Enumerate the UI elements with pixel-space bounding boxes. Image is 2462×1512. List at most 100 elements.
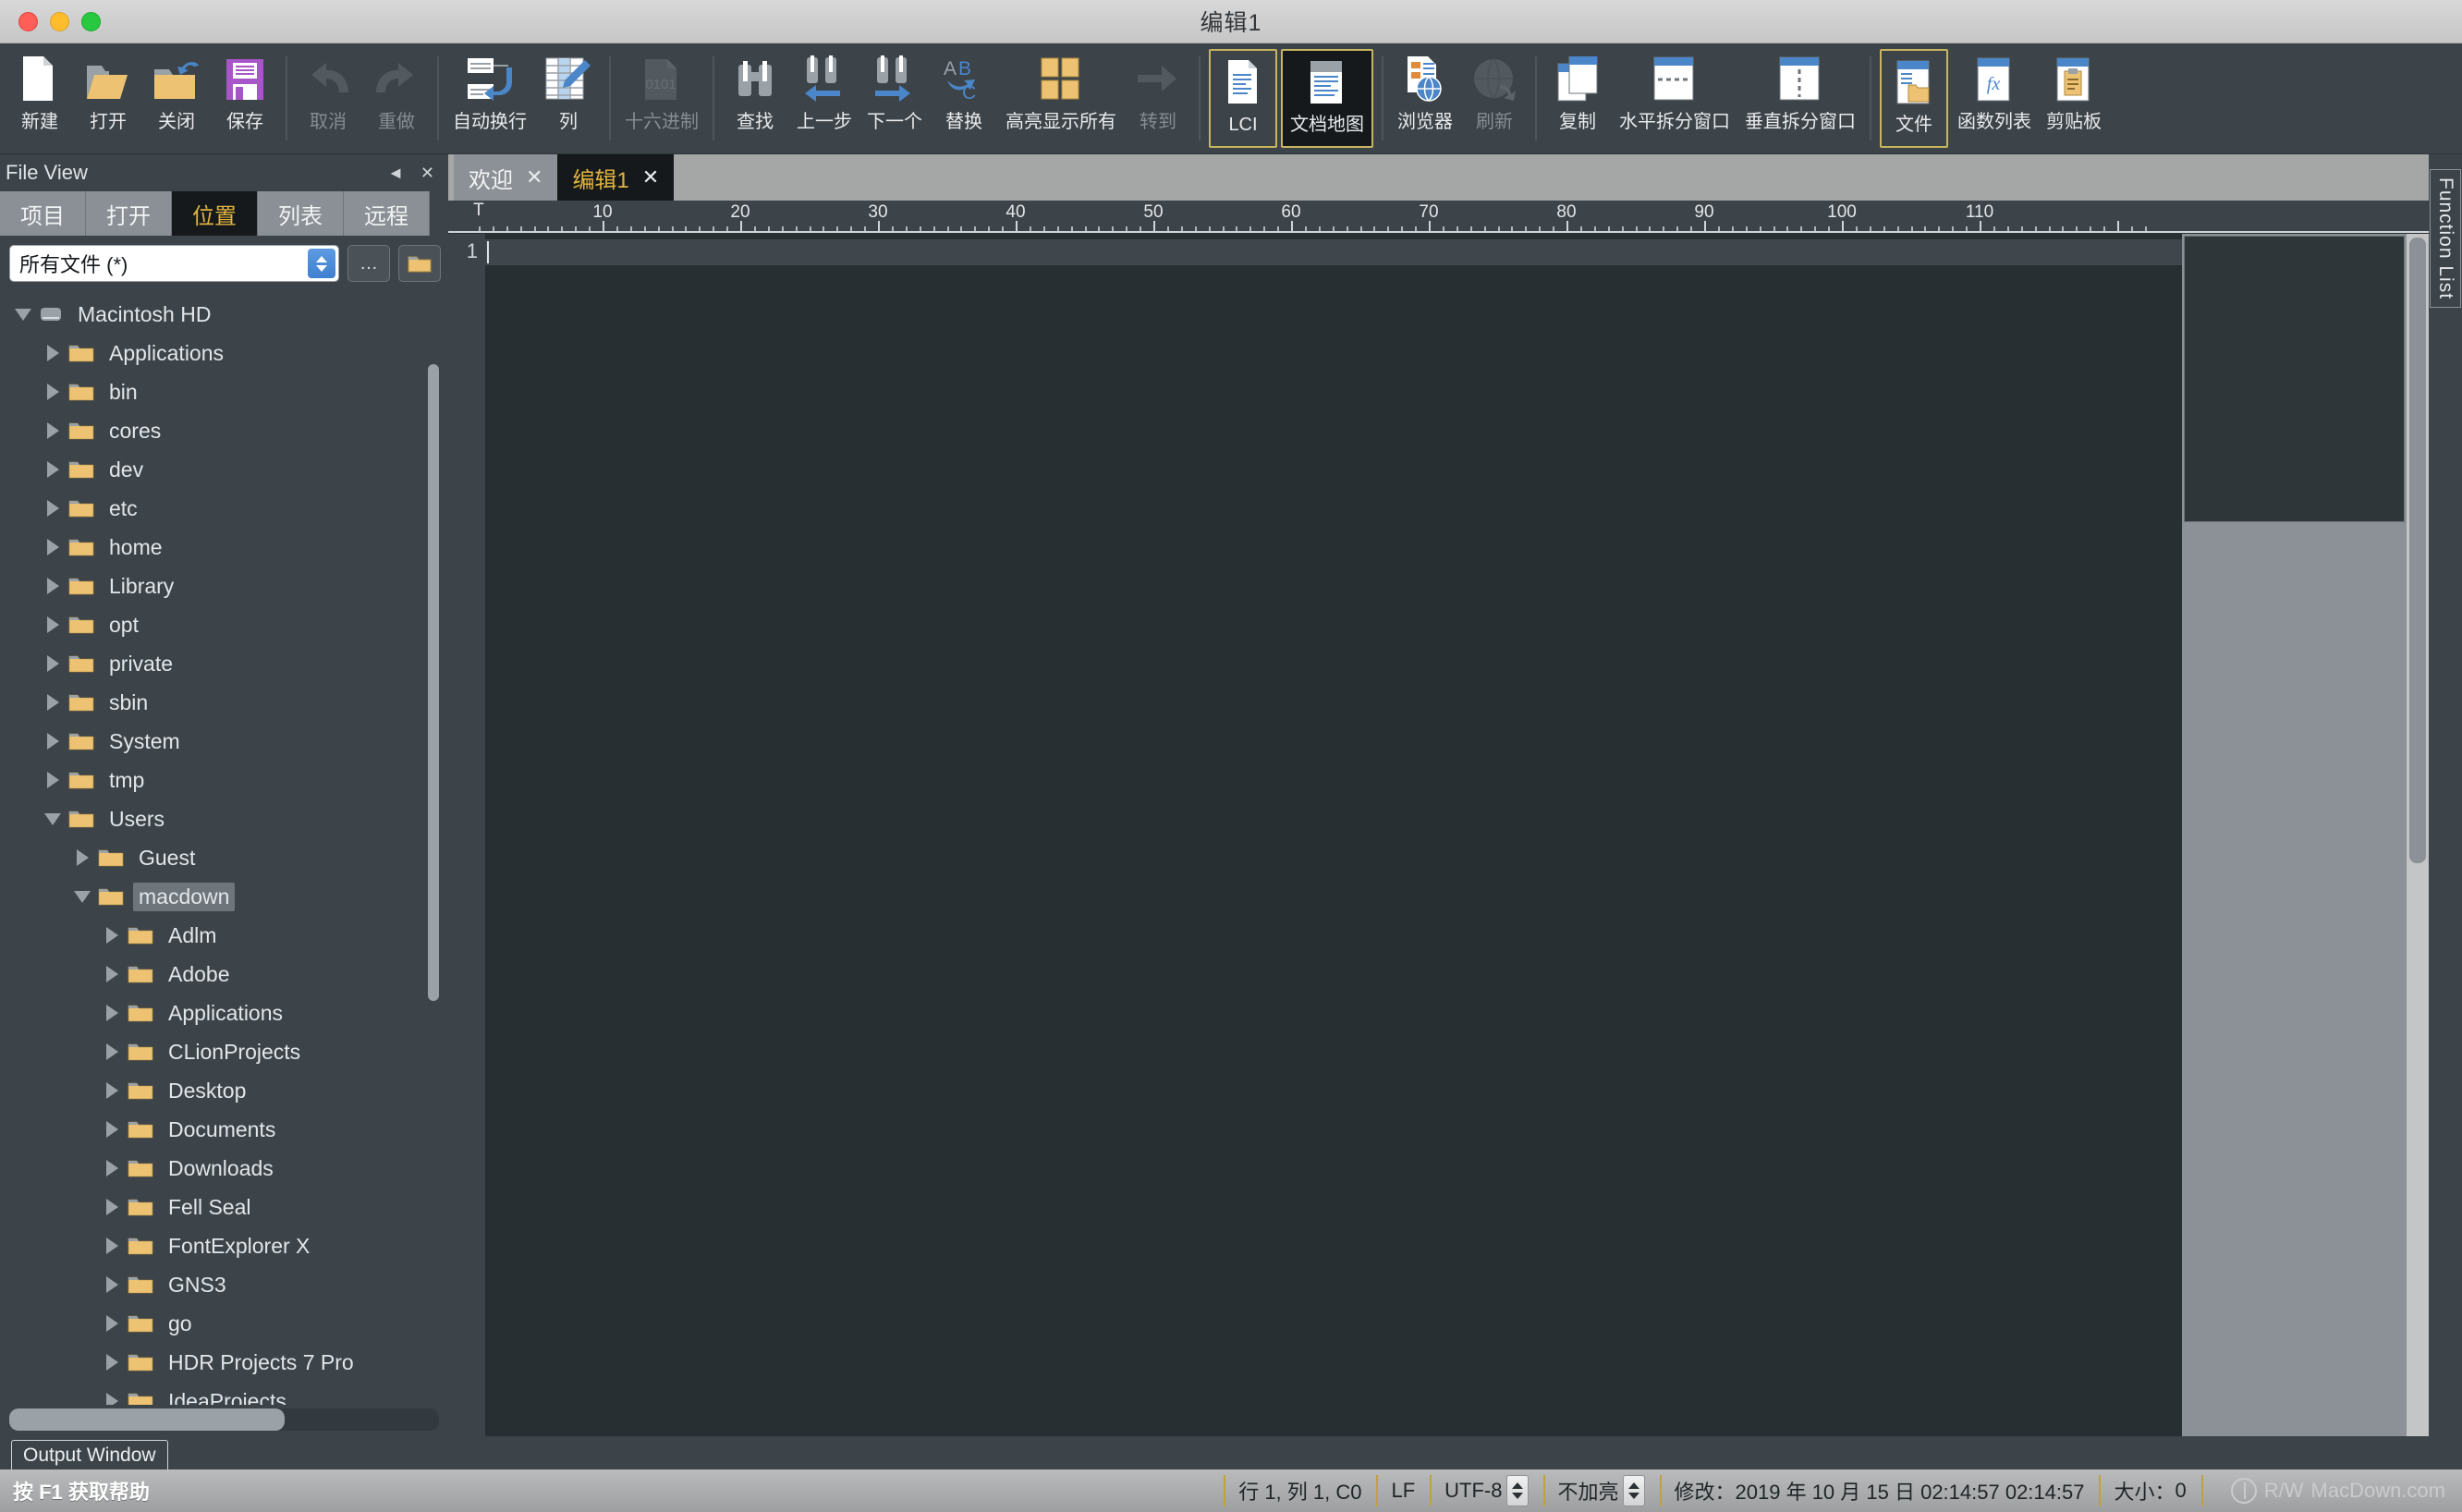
chevron-right-icon[interactable] [96, 1354, 128, 1371]
tree-item[interactable]: Applications [0, 994, 448, 1032]
tree-item[interactable]: FontExplorer X [0, 1226, 448, 1265]
toolbar-button-lci-document[interactable]: LCI [1209, 49, 1277, 148]
combo-stepper-icon[interactable] [308, 249, 335, 278]
output-window-tab[interactable]: Output Window [11, 1440, 168, 1469]
tree-item[interactable]: System [0, 722, 448, 761]
tree-item[interactable]: Guest [0, 838, 448, 877]
toolbar-button-open-folder[interactable]: 打开 [74, 43, 142, 153]
tree-item[interactable]: Fell Seal [0, 1188, 448, 1226]
chevron-right-icon[interactable] [37, 539, 68, 555]
chevron-right-icon[interactable] [96, 1238, 128, 1254]
chevron-right-icon[interactable] [96, 1276, 128, 1293]
encoding-stepper[interactable] [1505, 1475, 1529, 1506]
tree-item[interactable]: macdown [0, 877, 448, 916]
tree-item[interactable]: HDR Projects 7 Pro [0, 1343, 448, 1382]
open-folder-button[interactable] [398, 245, 441, 282]
close-icon[interactable]: ✕ [642, 165, 659, 189]
editor-tab-0[interactable]: 欢迎 ✕ [454, 154, 558, 201]
toolbar-button-clipboard[interactable]: 剪贴板 [2039, 43, 2109, 153]
toolbar-button-save-floppy[interactable]: 保存 [211, 43, 279, 153]
tree-item[interactable]: Desktop [0, 1071, 448, 1110]
tree-item[interactable]: dev [0, 450, 448, 489]
chevron-right-icon[interactable] [96, 966, 128, 982]
tree-vertical-scrollbar[interactable] [428, 299, 439, 1396]
toolbar-button-word-wrap[interactable]: 自动换行 [445, 43, 534, 153]
chevron-right-icon[interactable] [96, 927, 128, 944]
tree-item[interactable]: sbin [0, 683, 448, 722]
toolbar-button-binoculars[interactable]: 查找 [721, 43, 789, 153]
chevron-down-icon[interactable] [67, 890, 98, 903]
toolbar-button-function-list-fx[interactable]: fx 函数列表 [1950, 43, 2039, 153]
function-list-strip[interactable]: Function List [2429, 154, 2462, 1436]
tree-item[interactable]: cores [0, 411, 448, 450]
collapse-left-icon[interactable]: ◄ [379, 164, 412, 183]
close-icon[interactable]: ✕ [526, 165, 542, 189]
toolbar-button-highlight-all[interactable]: 高亮显示所有 [998, 43, 1124, 153]
tree-item[interactable]: Downloads [0, 1149, 448, 1188]
toolbar-button-close-folder[interactable]: 关闭 [142, 43, 211, 153]
chevron-right-icon[interactable] [96, 1082, 128, 1099]
toolbar-button-split-horizontal[interactable]: 水平拆分窗口 [1612, 43, 1737, 153]
code-text-area[interactable] [485, 234, 2182, 1436]
document-map-viewport[interactable] [2184, 236, 2405, 522]
chevron-right-icon[interactable] [37, 461, 68, 478]
tree-item[interactable]: Documents [0, 1110, 448, 1149]
tree-item[interactable]: home [0, 528, 448, 567]
tree-item[interactable]: tmp [0, 761, 448, 799]
chevron-down-icon[interactable] [7, 308, 39, 321]
toolbar-button-find-previous[interactable]: 上一步 [789, 43, 859, 153]
tree-item[interactable]: Users [0, 799, 448, 838]
tree-item[interactable]: Macintosh HD [0, 295, 448, 334]
highlight-stepper[interactable] [1622, 1475, 1645, 1506]
file-view-tab-2[interactable]: 位置 [172, 191, 258, 236]
browse-button[interactable]: … [347, 245, 390, 282]
tree-item[interactable]: etc [0, 489, 448, 528]
chevron-right-icon[interactable] [96, 1160, 128, 1177]
chevron-right-icon[interactable] [37, 694, 68, 711]
chevron-right-icon[interactable] [37, 616, 68, 633]
chevron-right-icon[interactable] [37, 733, 68, 750]
toolbar-button-file-view[interactable]: 文件 [1880, 49, 1948, 148]
chevron-right-icon[interactable] [96, 1043, 128, 1060]
status-encoding[interactable]: UTF-8 [1430, 1469, 1542, 1512]
tree-item[interactable]: Library [0, 567, 448, 605]
chevron-right-icon[interactable] [37, 345, 68, 361]
tree-item[interactable]: IdeaProjects [0, 1382, 448, 1405]
file-view-tab-0[interactable]: 项目 [0, 191, 86, 236]
tree-item[interactable]: Adobe [0, 955, 448, 994]
chevron-right-icon[interactable] [96, 1393, 128, 1405]
toolbar-button-browser-globe[interactable]: 浏览器 [1390, 43, 1460, 153]
toolbar-button-find-next[interactable]: 下一个 [859, 43, 930, 153]
toolbar-button-split-vertical[interactable]: 垂直拆分窗口 [1737, 43, 1863, 153]
chevron-right-icon[interactable] [37, 384, 68, 400]
tree-item[interactable]: Applications [0, 334, 448, 372]
chevron-right-icon[interactable] [37, 578, 68, 594]
editor-tab-1[interactable]: 编辑1 ✕ [557, 154, 675, 201]
file-type-filter-combo[interactable]: 所有文件 (*) [9, 245, 339, 282]
chevron-right-icon[interactable] [96, 1121, 128, 1138]
chevron-right-icon[interactable] [96, 1005, 128, 1021]
tree-item[interactable]: GNS3 [0, 1265, 448, 1304]
file-view-tab-1[interactable]: 打开 [86, 191, 172, 236]
editor-vertical-scrollbar[interactable] [2407, 234, 2429, 1436]
tree-item[interactable]: CLionProjects [0, 1032, 448, 1071]
chevron-right-icon[interactable] [67, 849, 98, 866]
close-icon[interactable]: ✕ [412, 164, 443, 183]
chevron-right-icon[interactable] [96, 1199, 128, 1215]
toolbar-button-duplicate-window[interactable]: 复制 [1543, 43, 1612, 153]
status-highlight[interactable]: 不加亮 [1542, 1469, 1660, 1512]
tree-item[interactable]: opt [0, 605, 448, 644]
chevron-down-icon[interactable] [37, 812, 68, 825]
directory-tree[interactable]: Macintosh HD Applications bin cores dev etc ho… [0, 289, 448, 1405]
tree-item[interactable]: private [0, 644, 448, 683]
chevron-right-icon[interactable] [37, 422, 68, 439]
chevron-right-icon[interactable] [37, 655, 68, 672]
tree-item[interactable]: bin [0, 372, 448, 411]
document-map[interactable] [2182, 234, 2407, 1436]
toolbar-button-column-edit[interactable]: 列 [534, 43, 603, 153]
file-view-tab-4[interactable]: 远程 [344, 191, 430, 236]
tree-item[interactable]: go [0, 1304, 448, 1343]
toolbar-button-replace-ab-ac[interactable]: A B C 替换 [930, 43, 998, 153]
chevron-right-icon[interactable] [37, 772, 68, 788]
file-view-tab-3[interactable]: 列表 [258, 191, 344, 236]
